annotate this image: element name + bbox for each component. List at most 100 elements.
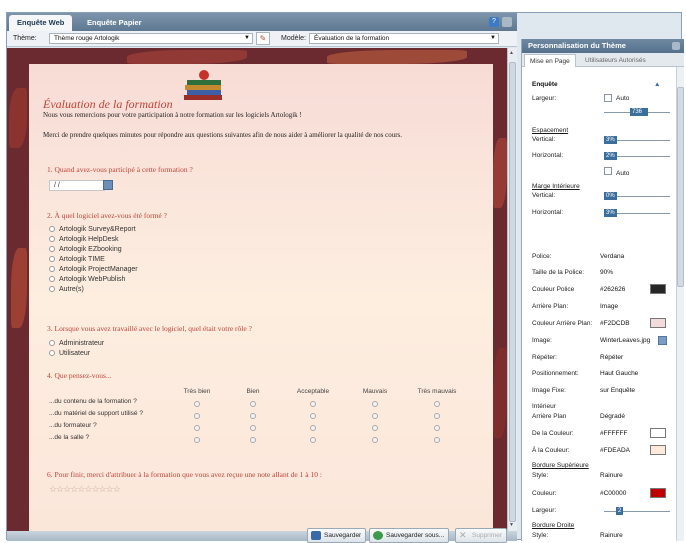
- radio-button[interactable]: [49, 286, 55, 292]
- scroll-up-icon[interactable]: ▲: [509, 50, 514, 56]
- auto-width-checkbox[interactable]: [604, 94, 612, 102]
- edit-theme-icon[interactable]: ✎: [256, 32, 270, 45]
- matrix-radio[interactable]: [434, 437, 440, 443]
- tab-web-survey[interactable]: Enquête Web: [9, 15, 73, 31]
- chevron-up-icon[interactable]: ▲: [654, 81, 660, 88]
- matrix-radio[interactable]: [310, 437, 316, 443]
- font-color-swatch[interactable]: [650, 284, 666, 294]
- q3-option[interactable]: Administrateur: [49, 340, 104, 347]
- theme-select[interactable]: Thème rouge Artologik ▼: [49, 33, 253, 44]
- border-color-swatch[interactable]: [650, 488, 666, 498]
- calendar-icon[interactable]: [103, 180, 113, 190]
- model-select[interactable]: Évaluation de la formation ▼: [309, 33, 499, 44]
- delete-button[interactable]: ✕ Supprimer: [455, 528, 507, 543]
- q2-option[interactable]: Artologik ProjectManager: [49, 266, 138, 273]
- a-couleur-value[interactable]: #FDEADA: [598, 445, 630, 456]
- de-couleur-value[interactable]: #FFFFFF: [598, 428, 628, 439]
- couleur-police-value[interactable]: #262626: [598, 284, 626, 295]
- tab-layout[interactable]: Mise en Page: [524, 54, 576, 67]
- rating-stars[interactable]: ☆☆☆☆☆☆☆☆☆☆: [49, 484, 121, 495]
- matrix-radio[interactable]: [250, 425, 256, 431]
- radio-button[interactable]: [49, 340, 55, 346]
- gradient-to-swatch[interactable]: [650, 445, 666, 455]
- q2-option[interactable]: Autre(s): [49, 286, 84, 293]
- de-couleur-label: De la Couleur:: [532, 430, 574, 437]
- scroll-down-icon[interactable]: ▼: [509, 522, 514, 528]
- marge-horizontal-value[interactable]: 3%: [604, 209, 617, 217]
- chevron-down-icon: ▼: [244, 35, 250, 41]
- position-value[interactable]: Haut Gauche: [598, 368, 639, 379]
- matrix-radio[interactable]: [434, 401, 440, 407]
- matrix-radio[interactable]: [434, 413, 440, 419]
- matrix-radio[interactable]: [250, 401, 256, 407]
- matrix-radio[interactable]: [194, 437, 200, 443]
- matrix-radio[interactable]: [194, 413, 200, 419]
- q2-option[interactable]: Artologik TIME: [49, 256, 105, 263]
- bg-color-swatch[interactable]: [650, 318, 666, 328]
- taille-value[interactable]: 90%: [598, 267, 614, 278]
- tab-paper-survey[interactable]: Enquête Papier: [79, 15, 150, 31]
- star-icon[interactable]: ☆: [91, 484, 99, 494]
- question-1: 1. Quand avez-vous participé à cette for…: [47, 165, 193, 174]
- q3-option[interactable]: Utilisateur: [49, 350, 90, 357]
- esp-vertical-value[interactable]: 3%: [604, 136, 617, 144]
- star-icon[interactable]: ☆: [99, 484, 107, 494]
- matrix-radio[interactable]: [194, 425, 200, 431]
- matrix-radio[interactable]: [434, 425, 440, 431]
- largeur-slider-value[interactable]: 736: [630, 108, 648, 116]
- matrix-radio[interactable]: [194, 401, 200, 407]
- image-browse-icon[interactable]: [658, 336, 667, 345]
- border-width-slider[interactable]: [604, 511, 670, 512]
- couleur-ap-value[interactable]: #F2DCDB: [598, 318, 630, 329]
- gradient-from-swatch[interactable]: [650, 428, 666, 438]
- marge-vertical-value[interactable]: 0%: [604, 192, 617, 200]
- help-icon[interactable]: ?: [489, 17, 499, 27]
- tab-authorized-users[interactable]: Utilisateurs Autorisés: [580, 54, 651, 67]
- matrix-radio[interactable]: [372, 425, 378, 431]
- q2-option[interactable]: Artologik EZbooking: [49, 246, 122, 253]
- radio-button[interactable]: [49, 246, 55, 252]
- couleur-value[interactable]: #C00000: [598, 488, 627, 499]
- expand-icon[interactable]: [502, 17, 512, 27]
- star-icon[interactable]: ☆: [113, 484, 121, 494]
- scroll-thumb[interactable]: [509, 62, 516, 522]
- image-fixe-value[interactable]: sur Enquête: [598, 385, 636, 396]
- q2-option[interactable]: Artologik HelpDesk: [49, 236, 119, 243]
- taille-label: Taille de la Police:: [532, 269, 585, 276]
- panel-scroll-thumb[interactable]: [677, 87, 684, 287]
- style2-value[interactable]: Rainure: [598, 530, 623, 541]
- matrix-radio[interactable]: [250, 437, 256, 443]
- radio-button[interactable]: [49, 226, 55, 232]
- leaf-decoration: [327, 50, 467, 64]
- style-value[interactable]: Rainure: [598, 470, 623, 481]
- radio-button[interactable]: [49, 266, 55, 272]
- radio-button[interactable]: [49, 256, 55, 262]
- matrix-radio[interactable]: [372, 437, 378, 443]
- radio-button[interactable]: [49, 276, 55, 282]
- matrix-radio[interactable]: [310, 401, 316, 407]
- matrix-radio[interactable]: [372, 413, 378, 419]
- save-as-button[interactable]: Sauvegarder sous...: [369, 528, 450, 543]
- radio-button[interactable]: [49, 236, 55, 242]
- date-input[interactable]: / /: [49, 180, 105, 191]
- radio-button[interactable]: [49, 350, 55, 356]
- q2-option[interactable]: Artologik WebPublish: [49, 276, 125, 283]
- border-width-value[interactable]: 2: [616, 507, 624, 515]
- matrix-radio[interactable]: [250, 413, 256, 419]
- auto-spacing-checkbox[interactable]: [604, 167, 612, 175]
- collapse-icon[interactable]: [672, 42, 680, 50]
- star-icon[interactable]: ☆: [106, 484, 114, 494]
- repeter-value[interactable]: Répéter: [598, 352, 624, 363]
- matrix-radio[interactable]: [310, 425, 316, 431]
- panel-scrollbar[interactable]: [676, 67, 684, 541]
- esp-horizontal-value[interactable]: 2%: [604, 152, 617, 160]
- preview-scrollbar[interactable]: ▲ ▼: [507, 48, 517, 531]
- matrix-radio[interactable]: [310, 413, 316, 419]
- ap-value[interactable]: Dégradé: [598, 411, 625, 422]
- q2-option[interactable]: Artologik Survey&Report: [49, 226, 136, 233]
- matrix-radio[interactable]: [372, 401, 378, 407]
- police-value[interactable]: Verdana: [598, 251, 625, 262]
- save-button[interactable]: Sauvegarder: [307, 528, 367, 543]
- arriere-plan-value[interactable]: Image: [598, 301, 619, 312]
- image-value[interactable]: WinterLeaves.jpg: [598, 335, 651, 346]
